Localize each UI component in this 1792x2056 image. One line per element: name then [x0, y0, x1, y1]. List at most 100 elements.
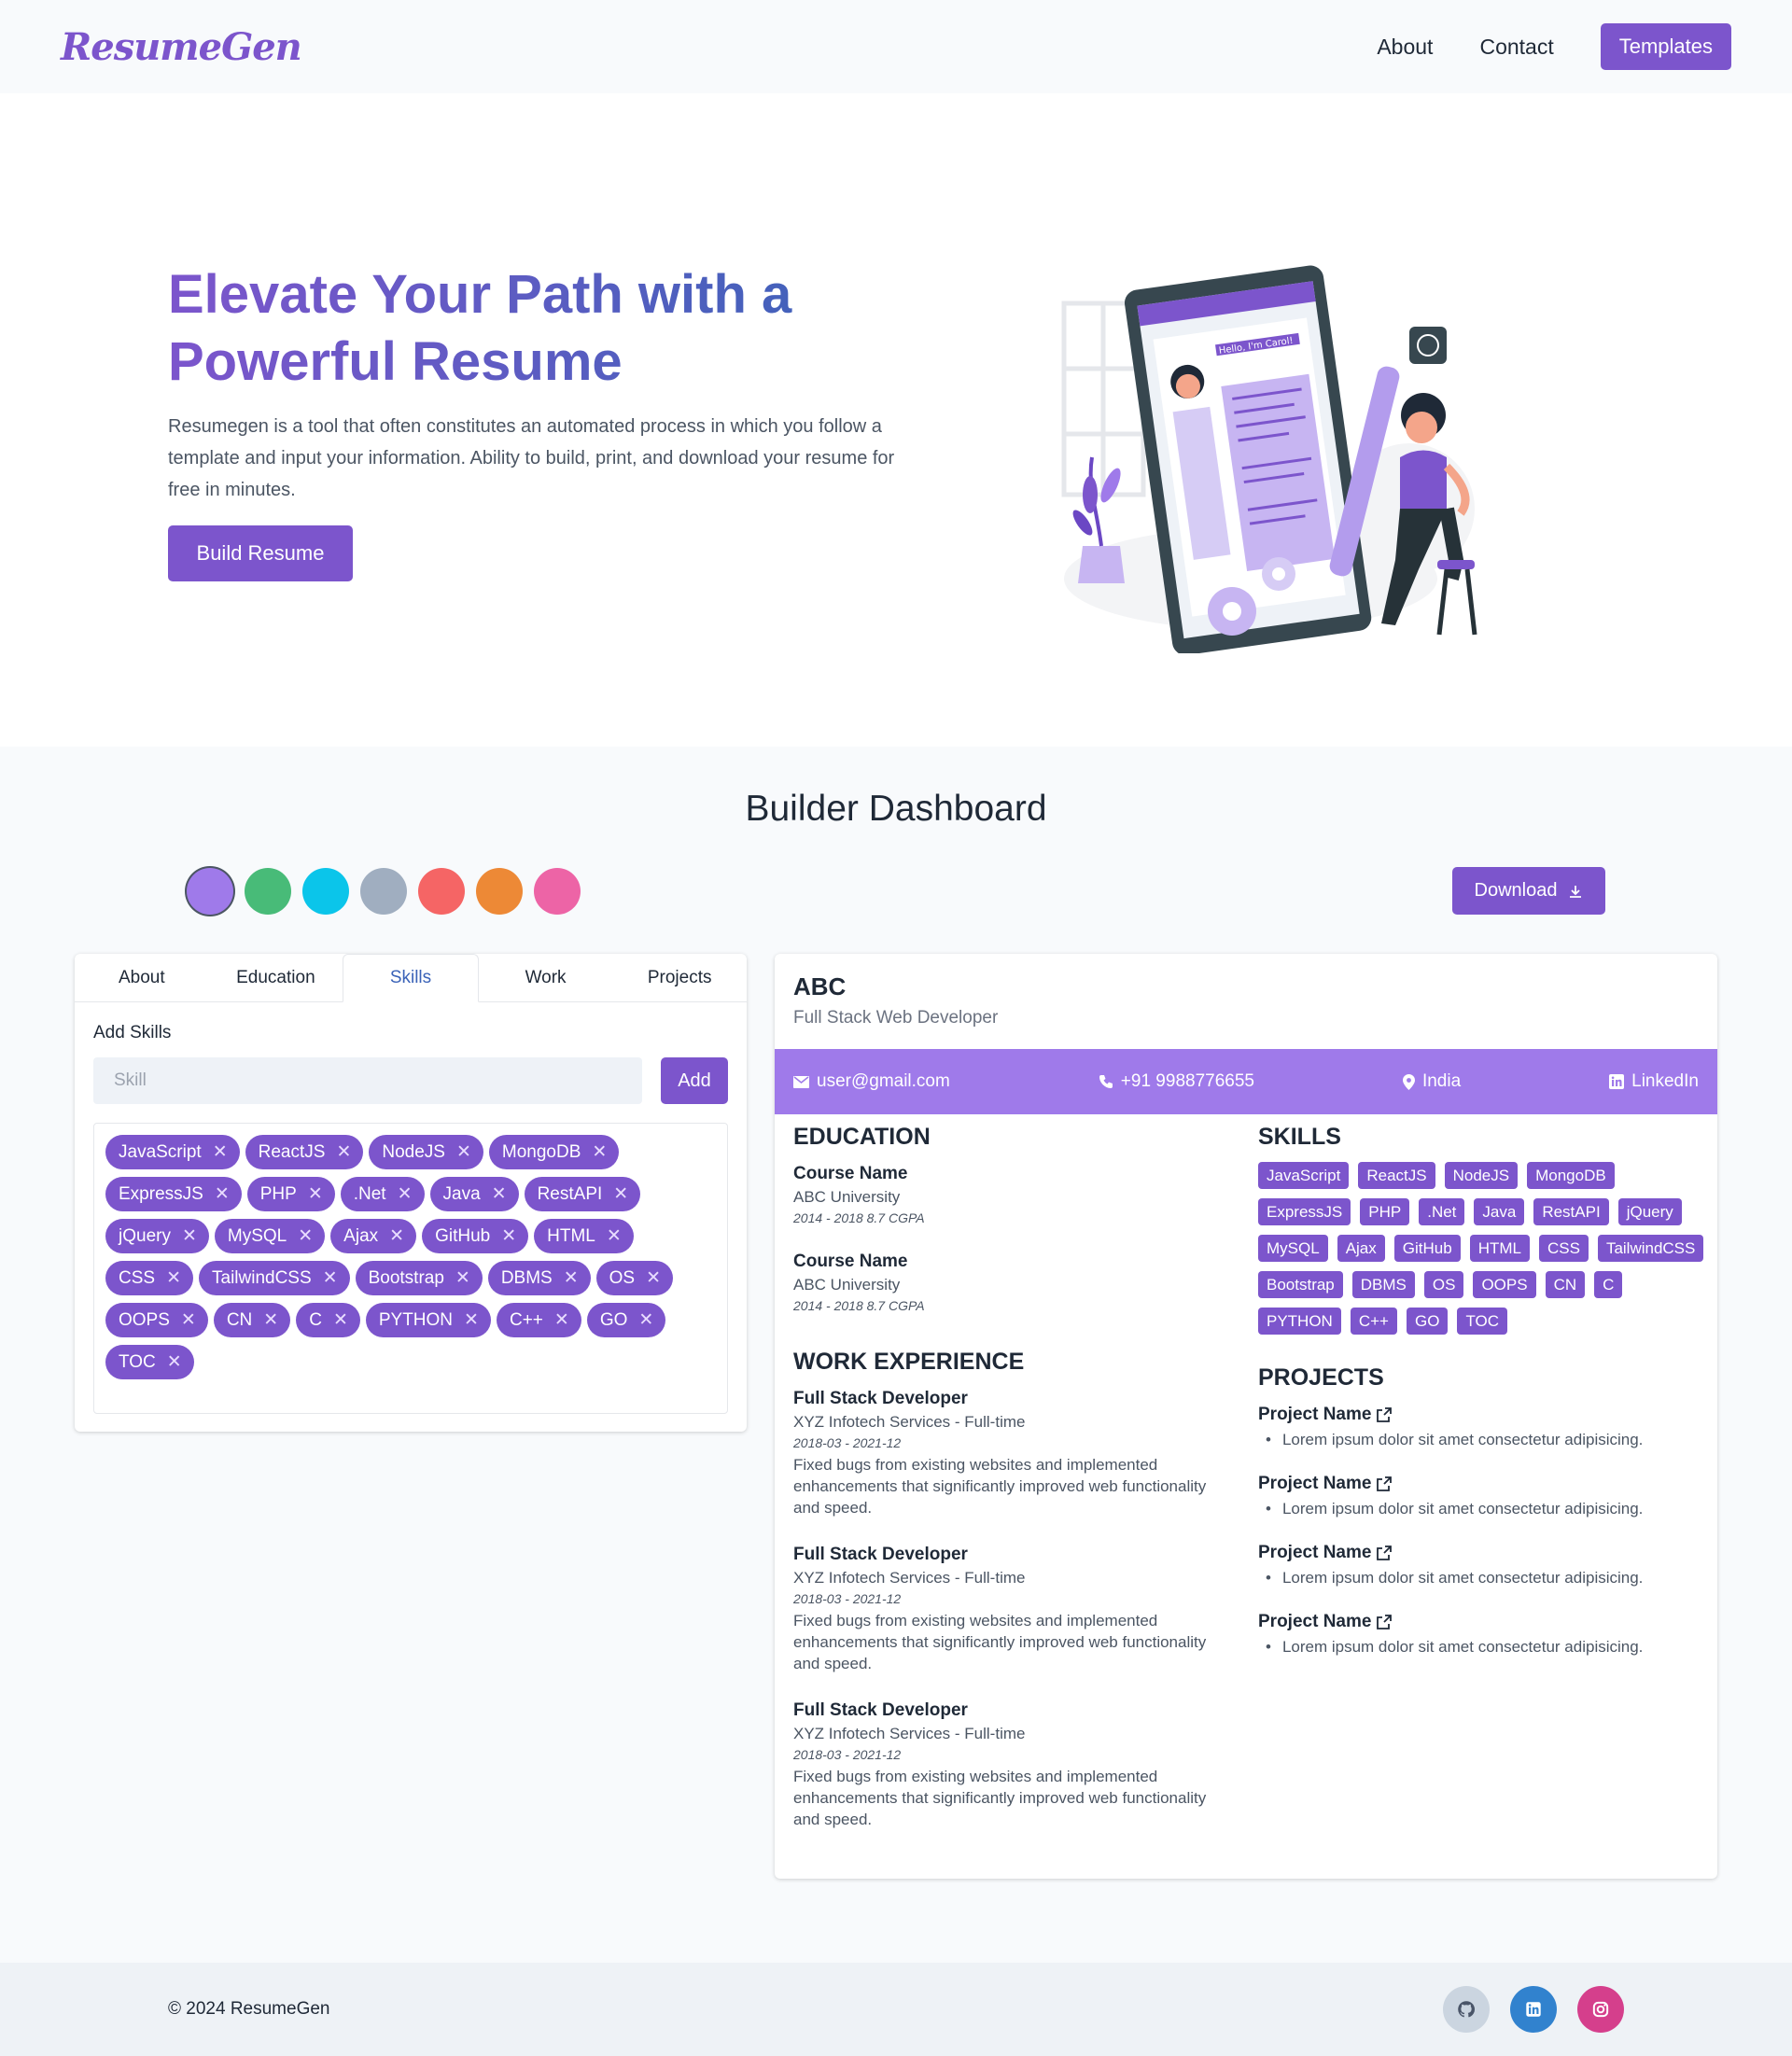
skill-chip-label: TailwindCSS [212, 1267, 312, 1288]
external-link-icon[interactable] [1377, 1545, 1393, 1560]
work-company: XYZ Infotech Services - Full-time [793, 1413, 1026, 1431]
remove-icon[interactable]: ✕ [607, 1225, 622, 1247]
skill-chip: JavaScript ✕ [105, 1135, 240, 1169]
bullet-icon: • [1266, 1569, 1271, 1587]
remove-icon[interactable]: ✕ [646, 1267, 661, 1289]
skill-chip: PHP ✕ [246, 1177, 335, 1211]
download-button[interactable]: Download [1452, 867, 1605, 915]
color-swatch[interactable] [360, 868, 407, 915]
remove-icon[interactable]: ✕ [398, 1183, 413, 1205]
tab-about[interactable]: About [75, 954, 209, 1001]
remove-icon[interactable]: ✕ [323, 1267, 338, 1289]
remove-icon[interactable]: ✕ [166, 1267, 181, 1289]
nav-link-contact[interactable]: Contact [1479, 35, 1553, 60]
color-swatch[interactable] [534, 868, 581, 915]
hero-description: Resumegen is a tool that often constitut… [168, 416, 895, 500]
hero-illustration: Hello, I'm Carol! [1061, 265, 1477, 653]
remove-icon[interactable]: ✕ [492, 1183, 507, 1205]
remove-icon[interactable]: ✕ [182, 1225, 197, 1247]
project-title-row[interactable]: Project Name [1258, 1543, 1706, 1563]
project-description-row: • Lorem ipsum dolor sit amet consectetur … [1258, 1569, 1706, 1587]
color-swatch[interactable] [476, 868, 523, 915]
project-name: Project Name [1258, 1612, 1372, 1631]
skill-chip-label: GitHub [435, 1225, 491, 1246]
external-link-icon[interactable] [1377, 1615, 1393, 1629]
remove-icon[interactable]: ✕ [308, 1183, 323, 1205]
skill-tag: Bootstrap [1258, 1271, 1343, 1298]
skill-tag: HTML [1469, 1235, 1530, 1262]
skill-tag: OOPS [1473, 1271, 1536, 1298]
remove-icon[interactable]: ✕ [263, 1309, 278, 1331]
skill-tag: NodeJS [1444, 1162, 1519, 1189]
contact-phone[interactable]: +91 9988776655 [1099, 1071, 1254, 1092]
remove-icon[interactable]: ✕ [592, 1141, 607, 1163]
remove-icon[interactable]: ✕ [333, 1309, 348, 1331]
add-skill-button[interactable]: Add [661, 1057, 728, 1104]
external-link-icon[interactable] [1377, 1476, 1393, 1491]
work-description: Fixed bugs from existing websites and im… [793, 1456, 1207, 1517]
remove-icon[interactable]: ✕ [181, 1309, 196, 1331]
tab-skills[interactable]: Skills [343, 954, 479, 1002]
color-swatch[interactable] [187, 868, 233, 915]
bullet-icon: • [1266, 1431, 1271, 1448]
contact-linkedin[interactable]: LinkedIn [1609, 1071, 1699, 1092]
education-item: Course Name ABC University 2014 - 2018 8.7… [793, 1164, 1232, 1225]
skill-tag: TOC [1457, 1308, 1508, 1335]
color-swatch[interactable] [418, 868, 465, 915]
project-description-row: • Lorem ipsum dolor sit amet consectetur … [1258, 1500, 1706, 1518]
skill-input[interactable] [93, 1057, 642, 1104]
remove-icon[interactable]: ✕ [638, 1309, 653, 1331]
social-link-instagram[interactable] [1577, 1986, 1624, 2033]
resume-name: ABC [793, 972, 847, 1000]
remove-icon[interactable]: ✕ [501, 1225, 516, 1247]
skill-chip-label: PHP [259, 1183, 297, 1204]
skill-chip: OOPS ✕ [105, 1303, 208, 1337]
remove-icon[interactable]: ✕ [455, 1267, 470, 1289]
remove-icon[interactable]: ✕ [564, 1267, 579, 1289]
remove-icon[interactable]: ✕ [554, 1309, 569, 1331]
remove-icon[interactable]: ✕ [389, 1225, 404, 1247]
mail-icon [793, 1075, 809, 1088]
download-icon [1570, 885, 1582, 898]
tab-education[interactable]: Education [209, 954, 343, 1001]
skill-chip-label: C [309, 1309, 322, 1330]
remove-icon[interactable]: ✕ [336, 1141, 351, 1163]
skill-chip-label: Bootstrap [368, 1267, 444, 1288]
skill-chip: .Net ✕ [340, 1177, 425, 1211]
resume-right-column: SKILLS JavaScript ReactJS NodeJS MongoDB Exp… [1258, 1124, 1706, 1657]
skills-list: JavaScript ReactJS NodeJS MongoDB ExpressJS P… [1258, 1162, 1706, 1335]
contact-location: India [1402, 1071, 1461, 1092]
remove-icon[interactable]: ✕ [215, 1183, 230, 1205]
logo[interactable]: ResumeGen [61, 25, 302, 69]
skill-tag: GO [1406, 1308, 1449, 1335]
social-link-github[interactable] [1443, 1986, 1490, 2033]
skill-tag: OS [1423, 1271, 1464, 1298]
project-title-row[interactable]: Project Name [1258, 1405, 1706, 1425]
remove-icon[interactable]: ✕ [464, 1309, 479, 1331]
project-item: Project Name • Lorem ipsum dolor sit amet … [1258, 1474, 1706, 1518]
resume-left-column: EDUCATION Course Name ABC University 2014 … [793, 1124, 1232, 1830]
remove-icon[interactable]: ✕ [167, 1351, 182, 1373]
remove-icon[interactable]: ✕ [613, 1183, 628, 1205]
skill-tag: DBMS [1351, 1271, 1415, 1298]
templates-button[interactable]: Templates [1600, 23, 1731, 70]
remove-icon[interactable]: ✕ [213, 1141, 228, 1163]
skill-tag: GitHub [1393, 1235, 1461, 1262]
contact-bar: user@gmail.com +91 9988776655 India Link… [775, 1049, 1717, 1114]
remove-icon[interactable]: ✕ [298, 1225, 313, 1247]
tab-projects[interactable]: Projects [612, 954, 747, 1001]
external-link-icon[interactable] [1377, 1407, 1393, 1422]
remove-icon[interactable]: ✕ [456, 1141, 471, 1163]
color-swatch[interactable] [245, 868, 291, 915]
nav-link-about[interactable]: About [1377, 35, 1433, 60]
skill-chip-label: CN [226, 1309, 253, 1330]
contact-email[interactable]: user@gmail.com [793, 1071, 950, 1092]
project-title-row[interactable]: Project Name [1258, 1474, 1706, 1494]
social-link-linkedin[interactable] [1510, 1986, 1557, 2033]
project-item: Project Name • Lorem ipsum dolor sit amet … [1258, 1612, 1706, 1657]
project-title-row[interactable]: Project Name [1258, 1612, 1706, 1632]
tab-work[interactable]: Work [479, 954, 613, 1001]
contact-phone-text: +91 9988776655 [1120, 1071, 1254, 1091]
build-resume-button[interactable]: Build Resume [168, 525, 353, 581]
color-swatch[interactable] [302, 868, 349, 915]
